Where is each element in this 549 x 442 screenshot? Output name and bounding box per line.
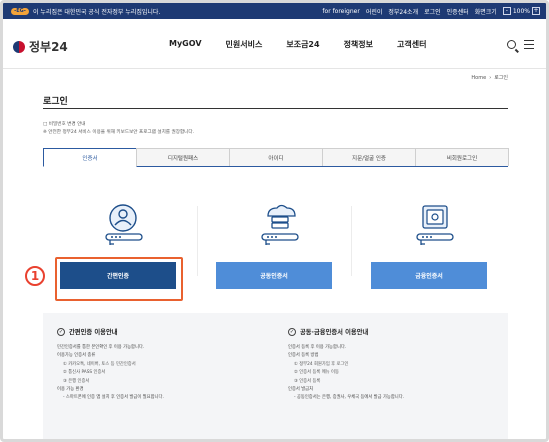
- simple-auth-guide-heading: ✓ 간편인증 이용안내: [57, 327, 272, 336]
- zoom-in-button[interactable]: +: [532, 7, 540, 15]
- gov-badge: -EG-: [11, 7, 29, 15]
- about-link[interactable]: 정부24소개: [388, 7, 418, 16]
- card-divider: [197, 206, 198, 276]
- hamburger-menu-icon[interactable]: [524, 40, 534, 49]
- list-item: 인증서 발급처: [288, 387, 314, 393]
- tab-non-member[interactable]: 비회원로그인: [415, 148, 509, 166]
- list-item: ① 정부24 회원가입 후 로그인: [294, 361, 349, 367]
- simple-auth-guide: ✓ 간편인증 이용안내 민간인증서를 통한 본인확인 후 이용 가능합니다. 이용…: [57, 327, 272, 403]
- list-item: ③ 인증서 등록: [294, 378, 321, 384]
- nav-customer-center[interactable]: 고객센터: [397, 39, 426, 50]
- nav-civil-service[interactable]: 민원서비스: [226, 39, 263, 50]
- taegeuk-logo-icon: [13, 40, 25, 53]
- card-divider: [351, 206, 352, 276]
- safe-vault-icon: [416, 205, 454, 245]
- check-circle-icon: ✓: [288, 327, 296, 336]
- gov-notice-text: 이 누리집은 대한민국 공식 전자정부 누리집입니다.: [33, 8, 161, 16]
- cert-center-link[interactable]: 인증센터: [447, 7, 469, 16]
- breadcrumb-home[interactable]: Home: [471, 75, 486, 81]
- financial-cert-button[interactable]: 금융인증서: [371, 262, 487, 289]
- login-method-tabs: 인증서 디지털원패스 아이디 지문/얼굴 인증 비회원로그인: [43, 148, 509, 167]
- joint-cert-guide: ✓ 공동·금융인증서 이용안내 인증서 등록 후 이용 가능합니다. 인증서 등록…: [288, 327, 503, 403]
- note-line[interactable]: □ 비밀번호 변경 안내: [43, 121, 194, 129]
- financial-cert-card: 금융인증서: [371, 196, 496, 306]
- title-divider: [43, 108, 508, 109]
- list-item: - 공동인증서는 은행, 증권사, 우체국 등에서 발급 가능합니다.: [294, 395, 405, 401]
- breadcrumb-separator: ›: [489, 74, 492, 81]
- breadcrumb-current: 로그인: [494, 75, 508, 81]
- login-link[interactable]: 로그인: [424, 7, 441, 16]
- site-header: 정부24 MyGOV 민원서비스 보조금24 정책정보 고객센터: [3, 19, 546, 69]
- joint-cert-guide-title: 공동·금융인증서 이용안내: [300, 329, 369, 336]
- list-item: 이용 가능 환경: [57, 387, 84, 393]
- utility-links: for foreigner 어린이 정부24소개 로그인 인증센터 화면크기 -…: [322, 3, 540, 19]
- gov-notice-bar: -EG- 이 누리집은 대한민국 공식 전자정부 누리집입니다. for for…: [3, 3, 546, 19]
- foreigner-link[interactable]: for foreigner: [322, 8, 359, 15]
- joint-cert-card: 공동인증서: [216, 196, 341, 306]
- list-item: ① 카카오톡, 네이버, 토스 등 민간인증서: [63, 361, 136, 367]
- list-item: 인증서 등록 방법: [288, 353, 319, 359]
- joint-cert-guide-list: 인증서 등록 후 이용 가능합니다. 인증서 등록 방법 ① 정부24 회원가입…: [288, 344, 503, 403]
- main-nav: MyGOV 민원서비스 보조금24 정책정보 고객센터: [169, 39, 450, 50]
- logo-text: 정부24: [29, 40, 68, 54]
- simple-auth-guide-title: 간편인증 이용안내: [69, 329, 118, 336]
- font-size-label: 화면크기: [474, 8, 497, 16]
- usage-guide-box: ✓ 간편인증 이용안내 민간인증서를 통한 본인확인 후 이용 가능합니다. 이용…: [43, 313, 508, 439]
- check-circle-icon: ✓: [57, 327, 65, 336]
- list-item: ③ 은행 인증서: [63, 378, 90, 384]
- nav-subsidy24[interactable]: 보조금24: [286, 39, 319, 50]
- login-notes: □ 비밀번호 변경 안내 ※ 안전한 정부24 서비스 이용을 위해 키보드보안…: [43, 121, 194, 137]
- page-title: 로그인: [43, 97, 68, 107]
- list-item: 민간인증서를 통한 본인확인 후 이용 가능합니다.: [57, 345, 145, 350]
- breadcrumb: Home › 로그인: [471, 74, 508, 82]
- tab-id[interactable]: 아이디: [229, 148, 323, 166]
- tab-digital-onepass[interactable]: 디지털원패스: [136, 148, 230, 166]
- nav-mygov[interactable]: MyGOV: [169, 39, 202, 50]
- cloud-server-icon: [261, 204, 299, 245]
- simple-auth-guide-list: 민간인증서를 통한 본인확인 후 이용 가능합니다. 이용가능 인증서 종류 ①…: [57, 344, 272, 403]
- search-icon[interactable]: [507, 40, 516, 49]
- callout-number: 1: [25, 266, 45, 286]
- tab-certificate[interactable]: 인증서: [43, 148, 137, 167]
- joint-cert-button[interactable]: 공동인증서: [216, 262, 332, 289]
- list-item: 인증서 등록 후 이용 가능합니다.: [288, 345, 347, 350]
- zoom-control: - 100% +: [502, 7, 540, 15]
- list-item: ② 인증서 등록 메뉴 이동: [294, 370, 339, 376]
- zoom-value: 100%: [512, 7, 530, 15]
- person-key-icon: [105, 204, 143, 245]
- simple-auth-highlight: [55, 257, 183, 301]
- site-logo[interactable]: 정부24: [13, 38, 68, 55]
- kids-link[interactable]: 어린이: [366, 7, 383, 16]
- nav-policy-info[interactable]: 정책정보: [344, 39, 373, 50]
- note-line: ※ 안전한 정부24 서비스 이용을 위해 키보드보안 프로그램 설치를 권장합…: [43, 130, 195, 135]
- tab-biometric[interactable]: 지문/얼굴 인증: [322, 148, 416, 166]
- list-item: ② 통신사 PASS 인증서: [63, 370, 106, 376]
- list-item: 이용가능 인증서 종류: [57, 353, 96, 359]
- joint-cert-guide-heading: ✓ 공동·금융인증서 이용안내: [288, 327, 503, 336]
- list-item: - 스마트폰에 인증 앱 설치 후 인증서 발급이 필요합니다.: [63, 395, 164, 401]
- zoom-out-button[interactable]: -: [502, 7, 511, 15]
- browser-frame: -EG- 이 누리집은 대한민국 공식 전자정부 누리집입니다. for for…: [0, 0, 549, 442]
